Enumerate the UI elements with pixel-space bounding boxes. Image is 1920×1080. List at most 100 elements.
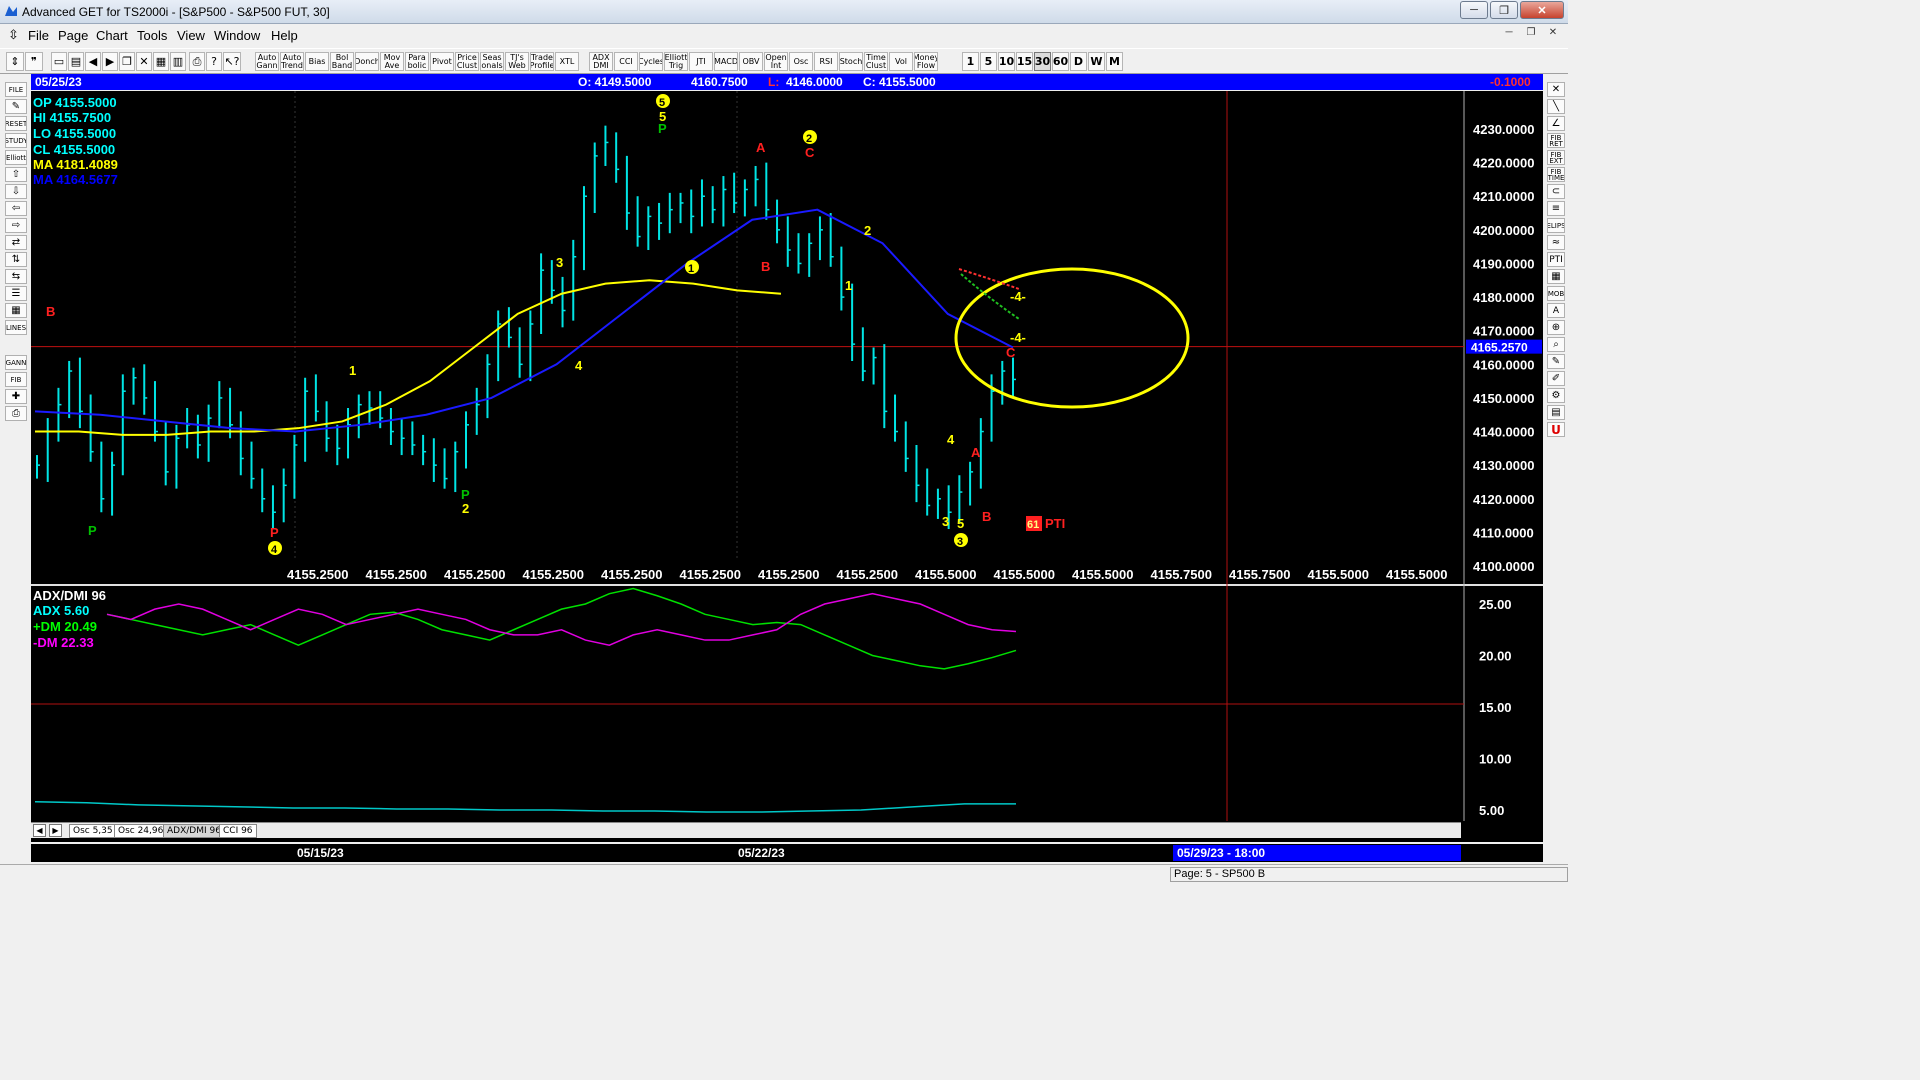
right-tool-11[interactable]: ▦ — [1547, 269, 1565, 284]
forward-icon[interactable]: ▶ — [102, 52, 118, 71]
right-tool-15[interactable]: ⌕ — [1547, 337, 1565, 352]
left-tool-16[interactable]: FIB — [5, 372, 27, 387]
minimize-button[interactable]: ─ — [1460, 1, 1488, 19]
study-button-21[interactable]: Osc — [789, 52, 813, 71]
study-button-13[interactable]: ADX DMI — [589, 52, 613, 71]
study-button-25[interactable]: Vol — [889, 52, 913, 71]
study-button-18[interactable]: MACD — [714, 52, 738, 71]
chart-svg[interactable]: OP 4155.5000 HI 4155.7500 LO 4155.5000 C… — [31, 91, 1543, 842]
right-tool-5[interactable]: FIB TIME — [1547, 167, 1565, 182]
delete-icon[interactable]: ✕ — [136, 52, 152, 71]
left-tool-10[interactable]: ⇅ — [5, 252, 27, 267]
right-tool-10[interactable]: PTI — [1547, 252, 1565, 267]
chart-area[interactable]: OP 4155.5000 HI 4155.7500 LO 4155.5000 C… — [31, 91, 1543, 842]
right-tool-4[interactable]: FIB EXT — [1547, 150, 1565, 165]
study-button-2[interactable]: Bias — [305, 52, 329, 71]
right-tool-2[interactable]: ∠ — [1547, 116, 1565, 131]
left-tool-9[interactable]: ⇄ — [5, 235, 27, 250]
study-button-10[interactable]: TJ's Web — [505, 52, 529, 71]
study-button-19[interactable]: OBV — [739, 52, 763, 71]
period-button-W[interactable]: W — [1088, 52, 1105, 71]
right-tool-3[interactable]: FIB RET — [1547, 133, 1565, 148]
right-tool-8[interactable]: ELIPS — [1547, 218, 1565, 233]
left-tool-13[interactable]: ▦ — [5, 303, 27, 318]
left-tool-12[interactable]: ☰ — [5, 286, 27, 301]
copy-icon[interactable]: ❐ — [119, 52, 135, 71]
left-tool-1[interactable]: ✎ — [5, 99, 27, 114]
left-tool-17[interactable]: ✚ — [5, 389, 27, 404]
close-button[interactable]: ✕ — [1520, 1, 1564, 19]
study-button-5[interactable]: Mov Ave — [380, 52, 404, 71]
tab-cci-96[interactable]: CCI 96 — [219, 824, 257, 838]
study-button-20[interactable]: Open Int — [764, 52, 788, 71]
period-button-15[interactable]: 15 — [1016, 52, 1033, 71]
period-button-30[interactable]: 30 — [1034, 52, 1051, 71]
price-panel[interactable] — [31, 91, 1464, 581]
study-button-14[interactable]: CCI — [614, 52, 638, 71]
right-tool-9[interactable]: ≈ — [1547, 235, 1565, 250]
mdi-restore-icon[interactable]: ❐ — [1522, 27, 1540, 41]
cursor-tool-icon[interactable]: ⇕ — [6, 52, 24, 71]
menu-window[interactable]: Window — [214, 28, 260, 43]
study-button-11[interactable]: Trade Profile — [530, 52, 554, 71]
period-button-60[interactable]: 60 — [1052, 52, 1069, 71]
back-icon[interactable]: ◀ — [85, 52, 101, 71]
print-icon[interactable]: ⎙ — [189, 52, 205, 71]
menu-tools[interactable]: Tools — [137, 28, 167, 43]
right-tool-1[interactable]: ╲ — [1547, 99, 1565, 114]
tab-next-icon[interactable]: ▶ — [49, 824, 62, 837]
right-tool-7[interactable]: ≡ — [1547, 201, 1565, 216]
help-icon[interactable]: ? — [206, 52, 222, 71]
right-tool-13[interactable]: A — [1547, 303, 1565, 318]
right-tool-17[interactable]: ✐ — [1547, 371, 1565, 386]
study-button-22[interactable]: RSI — [814, 52, 838, 71]
menu-chart[interactable]: Chart — [96, 28, 128, 43]
study-button-6[interactable]: Para bolic — [405, 52, 429, 71]
period-button-5[interactable]: 5 — [980, 52, 997, 71]
left-tool-2[interactable]: RESET — [5, 116, 27, 131]
left-tool-7[interactable]: ⇦ — [5, 201, 27, 216]
tab-prev-icon[interactable]: ◀ — [33, 824, 46, 837]
period-button-D[interactable]: D — [1070, 52, 1087, 71]
left-tool-18[interactable]: ⎙ — [5, 406, 27, 421]
left-tool-15[interactable]: GANN — [5, 355, 27, 370]
right-tool-12[interactable]: MOB — [1547, 286, 1565, 301]
left-tool-5[interactable]: ⇧ — [5, 167, 27, 182]
left-tool-8[interactable]: ⇨ — [5, 218, 27, 233]
right-tool-14[interactable]: ⊕ — [1547, 320, 1565, 335]
period-button-1[interactable]: 1 — [962, 52, 979, 71]
study-button-26[interactable]: Money Flow — [914, 52, 938, 71]
quote-tool-icon[interactable]: ❞ — [25, 52, 43, 71]
tile-icon[interactable]: ▥ — [170, 52, 186, 71]
menu-view[interactable]: View — [177, 28, 205, 43]
tab-osc-5-35[interactable]: Osc 5,35 — [69, 824, 117, 838]
right-tool-6[interactable]: ⊂ — [1547, 184, 1565, 199]
study-button-3[interactable]: Bol Band — [330, 52, 354, 71]
left-tool-11[interactable]: ⇆ — [5, 269, 27, 284]
menu-help[interactable]: Help — [271, 28, 298, 43]
study-button-12[interactable]: XTL — [555, 52, 579, 71]
left-tool-3[interactable]: STUDY — [5, 133, 27, 148]
period-button-10[interactable]: 10 — [998, 52, 1015, 71]
study-button-8[interactable]: Price Clust — [455, 52, 479, 71]
right-tool-16[interactable]: ✎ — [1547, 354, 1565, 369]
tab-osc-24-96[interactable]: Osc 24,96 — [114, 824, 168, 838]
context-help-icon[interactable]: ↖? — [223, 52, 241, 71]
left-tool-0[interactable]: FILE — [5, 82, 27, 97]
menu-page[interactable]: Page — [58, 28, 88, 43]
study-button-17[interactable]: JTI — [689, 52, 713, 71]
restore-button[interactable]: ❐ — [1490, 1, 1518, 19]
mdi-minimize-icon[interactable]: ─ — [1500, 27, 1518, 41]
cascade-icon[interactable]: ▦ — [153, 52, 169, 71]
period-button-M[interactable]: M — [1106, 52, 1123, 71]
left-tool-14[interactable]: LINES — [5, 320, 27, 335]
right-tool-19[interactable]: ▤ — [1547, 405, 1565, 420]
study-button-16[interactable]: Elliott Trig — [664, 52, 688, 71]
right-tool-20[interactable]: U — [1547, 422, 1565, 437]
left-tool-6[interactable]: ⇩ — [5, 184, 27, 199]
study-button-24[interactable]: Time Clust — [864, 52, 888, 71]
study-button-23[interactable]: Stoch — [839, 52, 863, 71]
mdi-close-icon[interactable]: ✕ — [1544, 27, 1562, 41]
right-tool-0[interactable]: ✕ — [1547, 82, 1565, 97]
new-page-icon[interactable]: ▭ — [51, 52, 67, 71]
